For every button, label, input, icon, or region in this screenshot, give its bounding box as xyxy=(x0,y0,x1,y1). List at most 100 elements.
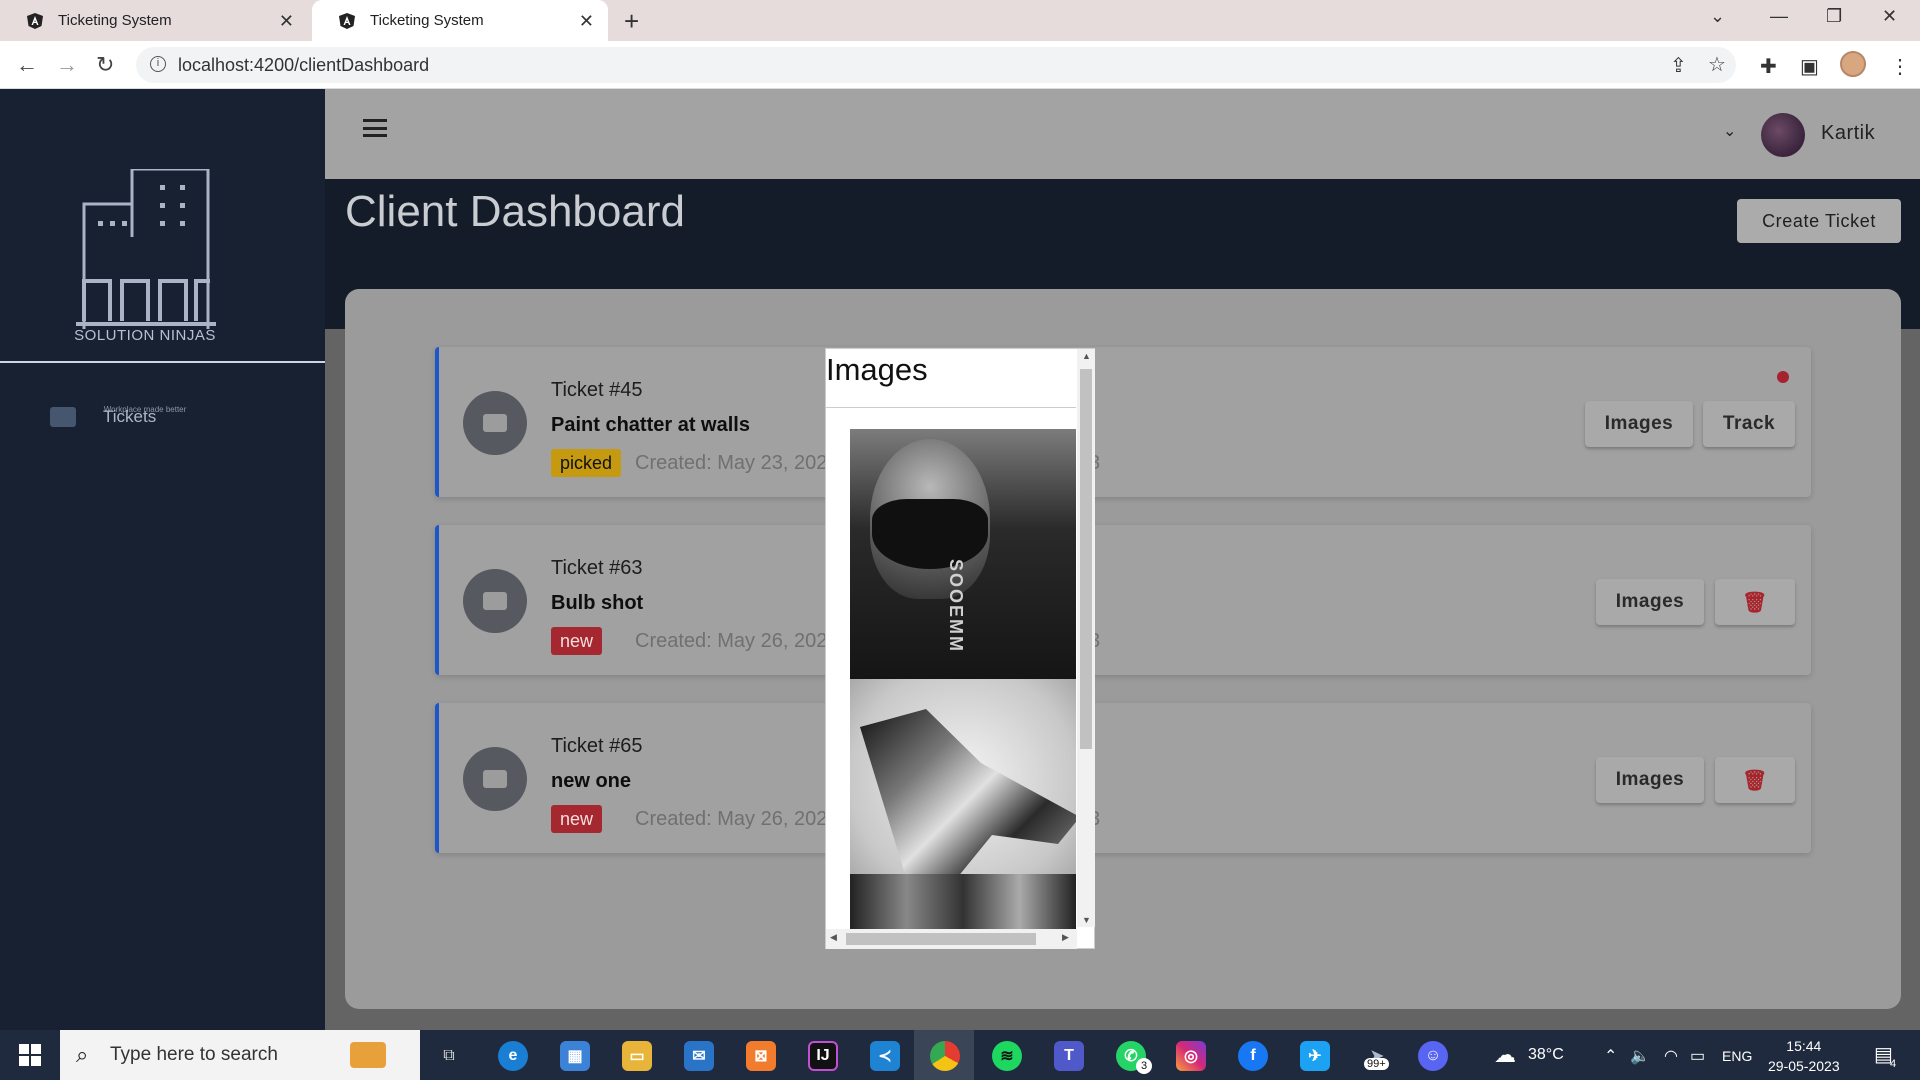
modal-title: Images xyxy=(826,352,928,387)
browser-toolbar: ← → ↻ i localhost:4200/clientDashboard ⇪… xyxy=(0,41,1920,89)
photo-shirt-lettering: SOOEMM xyxy=(946,559,966,654)
clock[interactable]: 15:44 29-05-2023 xyxy=(1768,1036,1840,1076)
window-close-icon[interactable]: ✕ xyxy=(1882,6,1897,27)
volume-icon[interactable]: 🔈 xyxy=(1630,1046,1650,1066)
scroll-right-icon[interactable]: ▶ xyxy=(1062,932,1069,943)
tab-search-chevron-icon[interactable]: ⌄ xyxy=(1710,6,1725,27)
company-logo: SOLUTION NINJAS Workplace made better xyxy=(70,167,220,414)
battery-icon[interactable]: ▭ xyxy=(1690,1046,1705,1066)
ticket-number: Ticket #63 xyxy=(551,557,643,579)
tab-title: Ticketing System xyxy=(370,12,484,29)
angular-icon xyxy=(338,12,356,30)
twitter-icon[interactable]: ✈ xyxy=(1300,1041,1330,1071)
ticket-icon xyxy=(463,747,527,811)
language-indicator[interactable]: ENG xyxy=(1722,1048,1752,1064)
page-title: Client Dashboard xyxy=(345,187,685,236)
minimize-icon[interactable]: — xyxy=(1770,6,1788,27)
ticket-created: Created: May 23, 202 xyxy=(635,452,828,474)
user-name[interactable]: Kartik xyxy=(1821,122,1875,145)
ticket-number: Ticket #65 xyxy=(551,735,643,757)
delete-button[interactable]: 🗑 xyxy=(1715,579,1795,625)
menu-kebab-icon[interactable]: ⋮ xyxy=(1890,54,1910,79)
extensions-icon[interactable]: ✚ xyxy=(1760,54,1777,79)
scroll-thumb[interactable] xyxy=(846,933,1036,945)
ticket-icon xyxy=(463,569,527,633)
discord-icon[interactable]: ☺ xyxy=(1418,1041,1448,1071)
status-badge: new xyxy=(551,805,603,833)
share-icon[interactable]: ⇪ xyxy=(1670,53,1687,78)
sidebar: SOLUTION NINJAS Workplace made better Ti… xyxy=(0,89,325,1030)
vscode-icon[interactable]: ≺ xyxy=(870,1041,900,1071)
site-info-icon[interactable]: i xyxy=(150,56,166,72)
intellij-icon[interactable]: IJ xyxy=(808,1041,838,1071)
vertical-scrollbar[interactable]: ▲ ▼ xyxy=(1077,349,1095,927)
tickets-panel: Ticket #45 Paint chatter at walls picked… xyxy=(345,289,1901,1009)
search-icon: ⌕ xyxy=(76,1042,89,1067)
back-icon[interactable]: ← xyxy=(16,52,38,78)
weather-temp[interactable]: 38°C xyxy=(1528,1046,1564,1064)
modal-divider xyxy=(826,407,1076,408)
os-taskbar: ⌕ Type here to search ⧉ e ▦ ▭ ✉ ⊠ IJ ≺ ≋… xyxy=(0,1030,1920,1080)
xampp-icon[interactable]: ⊠ xyxy=(746,1041,776,1071)
taskbar-search[interactable]: ⌕ Type here to search xyxy=(60,1030,420,1080)
scroll-down-icon[interactable]: ▼ xyxy=(1082,915,1091,925)
images-button[interactable]: Images xyxy=(1596,757,1704,803)
ticket-card: Ticket #63 Bulb shot new Created: May 26… xyxy=(435,525,1811,675)
new-tab-button[interactable]: + xyxy=(624,6,639,37)
file-explorer-icon[interactable]: ▭ xyxy=(622,1041,652,1071)
reload-icon[interactable]: ↻ xyxy=(96,52,114,78)
whatsapp-badge: 3 xyxy=(1136,1058,1152,1074)
teams-icon[interactable]: T xyxy=(1054,1041,1084,1071)
telegram-badge: 99+ xyxy=(1364,1058,1389,1070)
trash-icon: 🗑 xyxy=(1742,591,1768,614)
facebook-icon[interactable]: f xyxy=(1238,1041,1268,1071)
delete-button[interactable]: 🗑 xyxy=(1715,757,1795,803)
scroll-left-icon[interactable]: ◀ xyxy=(830,932,837,943)
browser-tabstrip: Ticketing System ✕ Ticketing System ✕ + … xyxy=(0,0,1920,41)
clock-time: 15:44 xyxy=(1786,1038,1822,1054)
browser-tab-active[interactable]: Ticketing System ✕ xyxy=(312,0,608,41)
avatar[interactable] xyxy=(1761,113,1805,157)
side-panel-icon[interactable]: ▣ xyxy=(1800,54,1819,79)
notification-count: 4 xyxy=(1890,1058,1897,1070)
sidebar-item-tickets[interactable]: Tickets xyxy=(50,407,156,427)
trash-icon: 🗑 xyxy=(1742,769,1768,792)
browser-profile-avatar[interactable] xyxy=(1840,51,1866,77)
tray-expand-icon[interactable]: ⌃ xyxy=(1604,1046,1617,1066)
ticket-image: SOOEMM xyxy=(850,429,1076,679)
weather-cloud-icon[interactable]: ☁ xyxy=(1494,1042,1516,1068)
windows-start-icon[interactable] xyxy=(19,1044,41,1066)
ticket-card: Ticket #45 Paint chatter at walls picked… xyxy=(435,347,1811,497)
close-icon[interactable]: ✕ xyxy=(579,11,594,32)
briefcase-icon[interactable] xyxy=(350,1042,386,1068)
close-icon[interactable]: ✕ xyxy=(279,11,294,32)
wifi-icon[interactable]: ◠ xyxy=(1664,1046,1678,1066)
images-button[interactable]: Images xyxy=(1596,579,1704,625)
scroll-thumb[interactable] xyxy=(1080,369,1092,749)
restore-icon[interactable]: ❐ xyxy=(1826,6,1842,27)
app-root: SOLUTION NINJAS Workplace made better Ti… xyxy=(0,89,1920,1030)
images-button[interactable]: Images xyxy=(1585,401,1693,447)
images-modal: Images SOOEMM ▲ ▼ ◀ ▶ xyxy=(825,348,1095,949)
browser-tab[interactable]: Ticketing System ✕ xyxy=(0,0,308,41)
ticket-number: Ticket #45 xyxy=(551,379,643,401)
building-logo-icon xyxy=(76,167,216,329)
address-bar[interactable]: i localhost:4200/clientDashboard ⇪ ☆ xyxy=(136,47,1736,83)
spotify-icon[interactable]: ≋ xyxy=(992,1041,1022,1071)
sidebar-item-label: Tickets xyxy=(103,407,157,426)
horizontal-scrollbar[interactable]: ◀ ▶ xyxy=(826,929,1077,949)
url-text[interactable]: localhost:4200/clientDashboard xyxy=(178,55,429,76)
track-button[interactable]: Track xyxy=(1703,401,1795,447)
hamburger-menu-icon[interactable] xyxy=(363,119,387,137)
store-icon[interactable]: ▦ xyxy=(560,1041,590,1071)
chevron-down-icon[interactable]: ⌄ xyxy=(1723,121,1736,141)
chrome-icon[interactable] xyxy=(930,1041,960,1071)
task-view-icon[interactable]: ⧉ xyxy=(434,1041,464,1071)
forward-icon[interactable]: → xyxy=(56,52,78,78)
create-ticket-button[interactable]: Create Ticket xyxy=(1737,199,1901,243)
instagram-icon[interactable]: ◎ xyxy=(1176,1041,1206,1071)
scroll-up-icon[interactable]: ▲ xyxy=(1082,351,1091,361)
bookmark-star-icon[interactable]: ☆ xyxy=(1708,52,1726,77)
edge-icon[interactable]: e xyxy=(498,1041,528,1071)
mail-icon[interactable]: ✉ xyxy=(684,1041,714,1071)
